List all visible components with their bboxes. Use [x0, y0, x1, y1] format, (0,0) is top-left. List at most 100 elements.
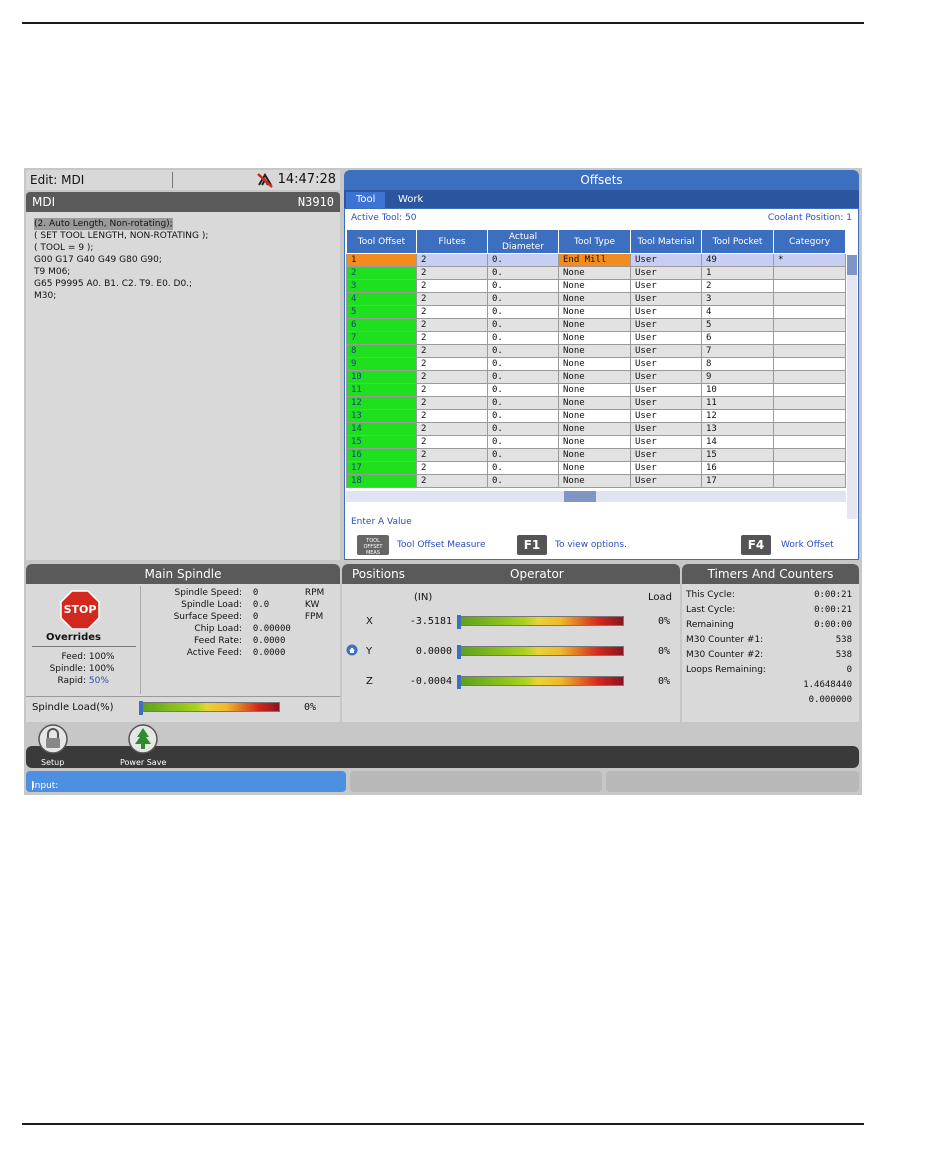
table-cell[interactable]: 14 [346, 422, 417, 436]
power-save-tree-icon[interactable] [128, 724, 158, 754]
table-row[interactable]: 11 2 0. None User 10 [346, 383, 846, 397]
table-row[interactable]: 1 2 0. End Mill User 49 * [346, 253, 846, 267]
table-row[interactable]: 8 2 0. None User 7 [346, 344, 846, 358]
column-header[interactable]: Flutes [416, 229, 488, 254]
table-cell[interactable]: 10 [701, 383, 774, 397]
table-cell[interactable]: 0. [487, 344, 559, 358]
table-cell[interactable]: None [558, 292, 631, 306]
program-line[interactable]: G65 P9995 A0. B1. C2. T9. E0. D0.; [34, 278, 332, 290]
table-row[interactable]: 18 2 0. None User 17 [346, 474, 846, 488]
table-cell[interactable] [773, 448, 846, 462]
table-cell[interactable]: 0. [487, 409, 559, 423]
table-cell[interactable]: None [558, 461, 631, 475]
program-line[interactable]: ( SET TOOL LENGTH, NON-ROTATING ); [34, 230, 332, 242]
table-cell[interactable]: 8 [346, 344, 417, 358]
table-cell[interactable]: None [558, 383, 631, 397]
column-header[interactable]: Category [773, 229, 846, 254]
table-cell[interactable]: 1 [346, 253, 417, 267]
f4-key[interactable]: F4 [741, 535, 771, 555]
table-cell[interactable] [773, 383, 846, 397]
program-line[interactable]: T9 M06; [34, 266, 332, 278]
table-cell[interactable]: 5 [701, 318, 774, 332]
table-cell[interactable]: 0. [487, 253, 559, 267]
horizontal-scrollbar[interactable] [346, 491, 846, 502]
table-cell[interactable]: 4 [346, 292, 417, 306]
table-cell[interactable]: 0. [487, 279, 559, 293]
table-cell[interactable]: None [558, 396, 631, 410]
table-cell[interactable]: 2 [416, 357, 488, 371]
table-cell[interactable]: 14 [701, 435, 774, 449]
table-cell[interactable]: User [630, 383, 702, 397]
table-cell[interactable]: 2 [416, 266, 488, 280]
table-cell[interactable]: 2 [416, 305, 488, 319]
table-cell[interactable]: 9 [701, 370, 774, 384]
table-cell[interactable]: 15 [701, 448, 774, 462]
table-cell[interactable] [773, 396, 846, 410]
table-cell[interactable]: 11 [346, 383, 417, 397]
table-cell[interactable]: 7 [701, 344, 774, 358]
table-cell[interactable]: 1 [701, 266, 774, 280]
table-cell[interactable]: 17 [701, 474, 774, 488]
mdi-editor[interactable]: (2. Auto Length, Non-rotating); ( SET TO… [26, 212, 340, 560]
table-cell[interactable]: 0. [487, 461, 559, 475]
table-cell[interactable]: User [630, 344, 702, 358]
table-cell[interactable]: 0. [487, 435, 559, 449]
table-cell[interactable]: 2 [416, 409, 488, 423]
table-cell[interactable]: 2 [416, 448, 488, 462]
table-cell[interactable]: 0. [487, 422, 559, 436]
tab-tool[interactable]: Tool [346, 192, 386, 208]
table-cell[interactable]: None [558, 422, 631, 436]
table-cell[interactable]: User [630, 409, 702, 423]
table-cell[interactable]: 7 [346, 331, 417, 345]
tab-work[interactable]: Work [388, 192, 434, 208]
table-cell[interactable]: User [630, 279, 702, 293]
table-cell[interactable]: 2 [416, 422, 488, 436]
table-cell[interactable]: 2 [701, 279, 774, 293]
program-line[interactable]: ( TOOL = 9 ); [34, 242, 332, 254]
table-cell[interactable]: None [558, 279, 631, 293]
table-cell[interactable]: 17 [346, 461, 417, 475]
program-line[interactable]: G00 G17 G40 G49 G80 G90; [34, 254, 332, 266]
table-cell[interactable] [773, 279, 846, 293]
table-cell[interactable] [773, 318, 846, 332]
vertical-scrollbar[interactable] [847, 255, 857, 519]
table-cell[interactable]: 0. [487, 383, 559, 397]
table-row[interactable]: 2 2 0. None User 1 [346, 266, 846, 280]
table-cell[interactable] [773, 435, 846, 449]
table-cell[interactable]: 2 [416, 383, 488, 397]
table-cell[interactable] [773, 370, 846, 384]
table-cell[interactable] [773, 331, 846, 345]
table-cell[interactable] [773, 292, 846, 306]
table-cell[interactable]: 0. [487, 357, 559, 371]
table-cell[interactable]: 2 [416, 279, 488, 293]
table-cell[interactable]: None [558, 474, 631, 488]
table-cell[interactable]: 4 [701, 305, 774, 319]
table-cell[interactable]: 15 [346, 435, 417, 449]
table-cell[interactable] [773, 422, 846, 436]
table-cell[interactable] [773, 461, 846, 475]
table-cell[interactable]: None [558, 409, 631, 423]
lock-icon[interactable] [38, 724, 68, 754]
table-cell[interactable]: 0. [487, 370, 559, 384]
table-cell[interactable]: 12 [346, 396, 417, 410]
table-cell[interactable]: None [558, 370, 631, 384]
f1-key[interactable]: F1 [517, 535, 547, 555]
table-cell[interactable]: User [630, 435, 702, 449]
column-header[interactable]: Actual Diameter [487, 229, 559, 254]
table-cell[interactable]: User [630, 461, 702, 475]
table-cell[interactable] [773, 344, 846, 358]
table-cell[interactable]: None [558, 448, 631, 462]
table-row[interactable]: 10 2 0. None User 9 [346, 370, 846, 384]
table-cell[interactable]: User [630, 396, 702, 410]
column-header[interactable]: Tool Pocket [701, 229, 774, 254]
table-cell[interactable] [773, 409, 846, 423]
table-cell[interactable]: 3 [346, 279, 417, 293]
table-row[interactable]: 16 2 0. None User 15 [346, 448, 846, 462]
table-cell[interactable]: 2 [416, 344, 488, 358]
table-cell[interactable]: End Mill [558, 253, 631, 267]
table-cell[interactable]: 0. [487, 448, 559, 462]
table-row[interactable]: 6 2 0. None User 5 [346, 318, 846, 332]
table-cell[interactable]: 49 [701, 253, 774, 267]
scroll-thumb[interactable] [564, 491, 596, 502]
table-cell[interactable]: 2 [416, 461, 488, 475]
